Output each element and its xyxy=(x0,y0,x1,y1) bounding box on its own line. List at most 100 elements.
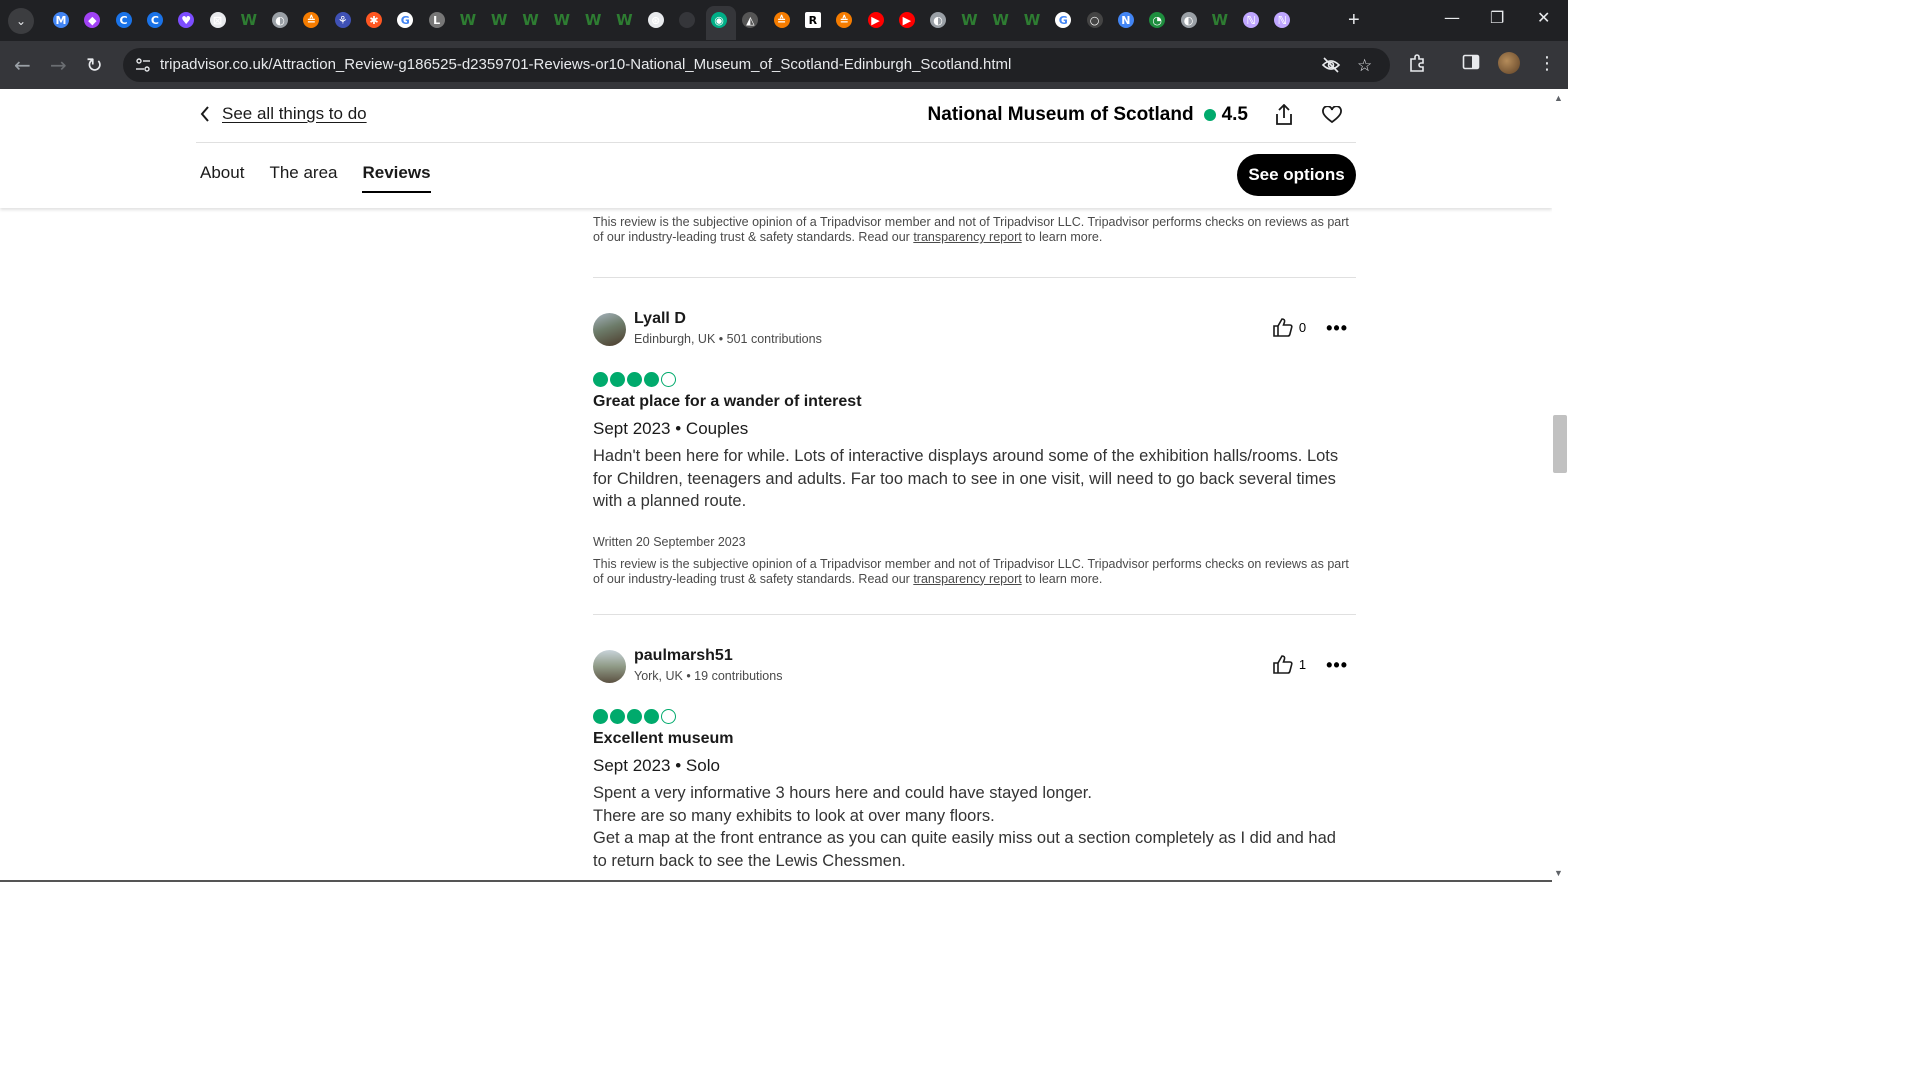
browser-tab[interactable]: M xyxy=(50,7,72,33)
browser-tab[interactable]: ≙ xyxy=(833,7,855,33)
browser-tab[interactable]: ▶ xyxy=(865,7,887,33)
tab-favicon-icon: M xyxy=(53,12,69,28)
browser-tab[interactable]: L xyxy=(426,7,448,33)
scroll-up-arrow-icon[interactable]: ▲ xyxy=(1554,93,1563,103)
more-options-icon[interactable]: ••• xyxy=(1326,656,1348,674)
bookmark-star-icon[interactable]: ☆ xyxy=(1357,56,1372,76)
browser-menu-icon[interactable]: ⋮ xyxy=(1538,53,1556,74)
extensions-icon[interactable] xyxy=(1408,53,1428,78)
browser-tab[interactable]: C xyxy=(113,7,135,33)
tab-favicon-icon: ▶ xyxy=(867,12,884,28)
see-options-button[interactable]: See options xyxy=(1237,154,1356,196)
thumbs-up-icon[interactable] xyxy=(1273,318,1293,337)
eye-off-icon[interactable] xyxy=(1321,56,1341,79)
tab-favicon-icon: ◐ xyxy=(272,12,289,28)
tab-favicon-icon: W xyxy=(553,11,571,29)
browser-tab[interactable]: W xyxy=(990,7,1012,33)
see-all-things-label: See all things to do xyxy=(222,104,367,123)
browser-tab[interactable]: ◐ xyxy=(927,7,949,33)
browser-tab[interactable]: W xyxy=(457,7,479,33)
browser-tab[interactable]: C xyxy=(144,7,166,33)
rating-bubble-empty xyxy=(661,372,676,387)
more-options-icon[interactable]: ••• xyxy=(1326,319,1348,337)
page-title: National Museum of Scotland xyxy=(927,104,1194,125)
avatar[interactable] xyxy=(593,650,626,683)
restore-window-button[interactable]: ❐ xyxy=(1490,8,1504,27)
browser-tab[interactable]: G xyxy=(394,7,416,33)
avatar[interactable] xyxy=(593,313,626,346)
browser-tab[interactable]: G xyxy=(1052,7,1074,33)
scroll-down-arrow-icon[interactable]: ▼ xyxy=(1554,868,1563,878)
browser-tab[interactable] xyxy=(676,7,698,33)
browser-tab[interactable]: ≙ xyxy=(300,7,322,33)
tab-about[interactable]: About xyxy=(200,163,244,193)
page-scrollbar[interactable] xyxy=(1552,89,1568,882)
address-bar[interactable]: tripadvisor.co.uk/Attraction_Review-g186… xyxy=(123,48,1390,82)
scrollbar-thumb[interactable] xyxy=(1553,415,1567,473)
tab-favicon-icon: W xyxy=(616,11,633,29)
bubble-rating xyxy=(593,372,1356,387)
tab-the-area[interactable]: The area xyxy=(269,163,337,193)
share-icon[interactable] xyxy=(1272,103,1296,127)
site-info-icon[interactable] xyxy=(135,57,151,73)
thumbs-up-icon[interactable] xyxy=(1273,655,1293,674)
heart-icon[interactable] xyxy=(1320,103,1344,127)
browser-tab[interactable]: ⊛ xyxy=(645,7,667,33)
browser-tab[interactable]: W xyxy=(238,7,260,33)
browser-tab[interactable]: ✱ xyxy=(363,7,385,33)
review-body-line: Get a map at the front entrance as you c… xyxy=(593,829,1336,870)
review-title[interactable]: Excellent museum xyxy=(593,730,1356,748)
browser-tab[interactable]: ⚘ xyxy=(332,7,354,33)
browser-tab[interactable]: R xyxy=(802,7,824,33)
browser-tab[interactable]: W xyxy=(958,7,980,33)
tab-favicon-icon: ◐ xyxy=(1180,12,1197,28)
reviewer-name[interactable]: Lyall D xyxy=(634,310,686,328)
browser-tab[interactable]: ◐ xyxy=(269,7,291,33)
browser-tab[interactable]: ◆ xyxy=(81,7,103,33)
tab-search-button[interactable]: ⌄ xyxy=(8,8,34,34)
rating-bubble-filled xyxy=(593,709,608,724)
tab-favicon-icon: W xyxy=(1211,11,1229,29)
browser-tab[interactable]: ▶ xyxy=(896,7,918,33)
transparency-report-link[interactable]: transparency report xyxy=(913,230,1021,244)
browser-tab[interactable]: W xyxy=(1021,7,1043,33)
browser-tab[interactable]: W xyxy=(582,7,604,33)
reload-icon[interactable]: ↻ xyxy=(86,53,103,77)
browser-tab[interactable]: ≙ xyxy=(771,7,793,33)
browser-tab[interactable]: ◔ xyxy=(1146,7,1168,33)
browser-tab[interactable]: ℕ xyxy=(1271,7,1293,33)
section-tabs: About The area Reviews xyxy=(200,163,431,193)
tab-reviews[interactable]: Reviews xyxy=(362,163,431,193)
browser-tab[interactable]: ℕ xyxy=(1240,7,1262,33)
browser-tab[interactable]: W xyxy=(520,7,542,33)
review-title[interactable]: Great place for a wander of interest xyxy=(593,393,1356,411)
browser-tab[interactable]: ⊠ xyxy=(207,7,229,33)
tab-favicon-icon: ≙ xyxy=(836,12,853,28)
url-text[interactable]: tripadvisor.co.uk/Attraction_Review-g186… xyxy=(160,56,1011,73)
browser-tab[interactable]: W xyxy=(551,7,573,33)
browser-tab[interactable]: W xyxy=(1209,7,1231,33)
side-panel-icon[interactable] xyxy=(1462,53,1480,76)
new-tab-button[interactable]: + xyxy=(1348,9,1360,32)
browser-tab[interactable]: ◭ xyxy=(739,7,761,33)
browser-tab[interactable]: ○ xyxy=(1084,7,1106,33)
browser-tab[interactable]: W xyxy=(613,7,635,33)
browser-toolbar: ← → ↻ tripadvisor.co.uk/Attraction_Revie… xyxy=(0,41,1568,89)
forward-arrow-icon[interactable]: → xyxy=(50,53,67,77)
profile-avatar[interactable] xyxy=(1498,52,1520,74)
browser-tab[interactable]: ◐ xyxy=(1178,7,1200,33)
browser-tab[interactable]: N xyxy=(1115,7,1137,33)
bubble-rating xyxy=(593,709,1356,724)
browser-tab[interactable]: ♥ xyxy=(175,7,197,33)
browser-tab[interactable]: ◉ xyxy=(708,7,730,33)
minimize-window-button[interactable]: — xyxy=(1444,8,1460,27)
close-window-button[interactable]: ✕ xyxy=(1537,8,1550,27)
see-all-things-link[interactable]: See all things to do xyxy=(200,104,367,124)
reviewer-name[interactable]: paulmarsh51 xyxy=(634,647,733,665)
review-header: paulmarsh51 York, UK • 19 contributions … xyxy=(593,647,1356,687)
transparency-report-link[interactable]: transparency report xyxy=(913,572,1021,586)
header-divider xyxy=(196,142,1356,143)
bottom-edge xyxy=(0,880,1552,882)
browser-tab[interactable]: W xyxy=(488,7,510,33)
back-arrow-icon[interactable]: ← xyxy=(14,53,31,77)
